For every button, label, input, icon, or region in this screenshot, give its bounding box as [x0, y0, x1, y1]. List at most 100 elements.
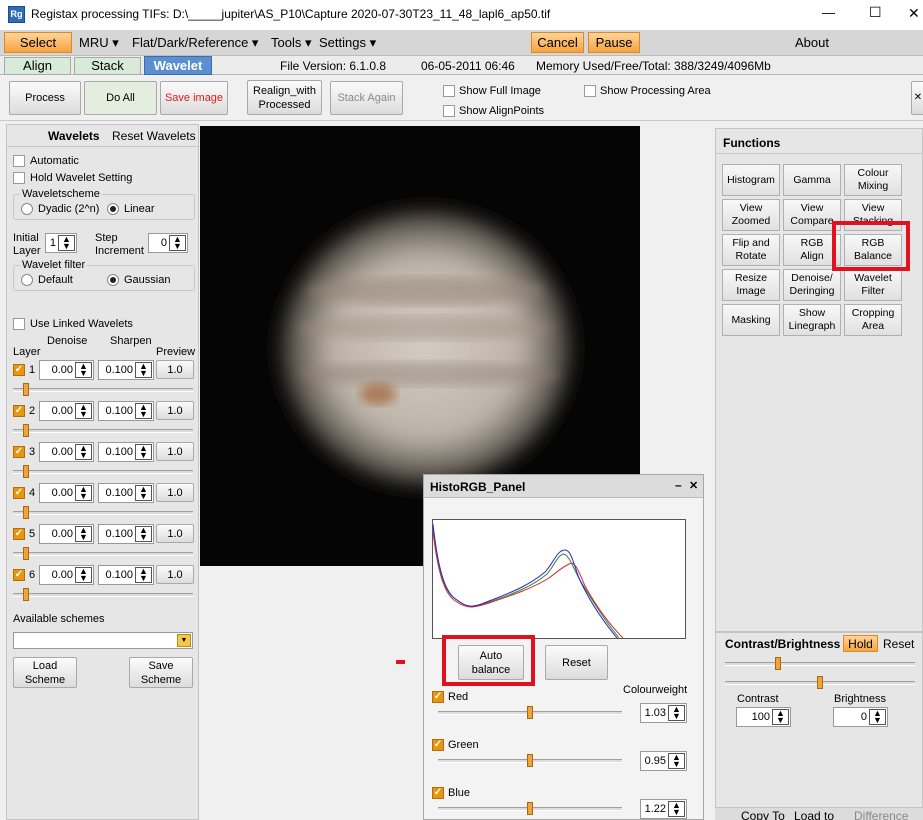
- preview-button[interactable]: 1.0: [156, 401, 194, 420]
- colour-mixing-button[interactable]: Colour Mixing: [844, 164, 902, 196]
- sharpen-spinner[interactable]: 0.100 ▲ ▼: [98, 442, 154, 462]
- channel-checkbox[interactable]: ✓: [432, 739, 444, 751]
- flat-dark-reference-menu[interactable]: Flat/Dark/Reference ▾: [132, 35, 258, 51]
- masking-button[interactable]: Masking: [722, 304, 780, 336]
- denoise-spinner[interactable]: 0.00 ▲ ▼: [39, 524, 94, 544]
- layer-checkbox[interactable]: ✓: [13, 569, 25, 581]
- preview-button[interactable]: 1.0: [156, 442, 194, 461]
- layer-slider[interactable]: [13, 424, 193, 438]
- show-full-image-checkbox[interactable]: [443, 85, 455, 97]
- preview-button[interactable]: 1.0: [156, 524, 194, 543]
- gamma-button[interactable]: Gamma: [783, 164, 841, 196]
- do-all-button[interactable]: Do All: [84, 81, 157, 115]
- spinner-arrows-icon[interactable]: ▲ ▼: [75, 403, 92, 419]
- spinner-arrows-icon[interactable]: ▲ ▼: [58, 235, 75, 251]
- spinner-arrows-icon[interactable]: ▲ ▼: [135, 403, 152, 419]
- contrast-reset-button[interactable]: Reset: [883, 637, 914, 651]
- tools-menu[interactable]: Tools ▾: [271, 35, 312, 51]
- brightness-slider[interactable]: [725, 676, 915, 690]
- spinner-arrows-icon[interactable]: ▲ ▼: [668, 705, 685, 721]
- sharpen-spinner[interactable]: 0.100 ▲ ▼: [98, 483, 154, 503]
- difference-button[interactable]: Difference: [854, 809, 908, 820]
- settings-menu[interactable]: Settings ▾: [319, 35, 376, 51]
- channel-slider[interactable]: [438, 706, 622, 720]
- hold-wavelet-checkbox[interactable]: [13, 172, 25, 184]
- preview-button[interactable]: 1.0: [156, 483, 194, 502]
- spinner-arrows-icon[interactable]: ▲ ▼: [772, 709, 789, 725]
- layer-checkbox[interactable]: ✓: [13, 364, 25, 376]
- brightness-spinner[interactable]: 0 ▲ ▼: [833, 707, 888, 727]
- spinner-arrows-icon[interactable]: ▲ ▼: [75, 567, 92, 583]
- dyadic-radio[interactable]: [21, 203, 33, 215]
- denoise-spinner[interactable]: 0.00 ▲ ▼: [39, 360, 94, 380]
- hold-button[interactable]: Hold: [843, 635, 878, 652]
- spinner-arrows-icon[interactable]: ▲ ▼: [75, 362, 92, 378]
- toolbar-close-button[interactable]: ✕: [911, 81, 923, 115]
- slider-thumb[interactable]: [23, 424, 29, 437]
- process-button[interactable]: Process: [9, 81, 81, 115]
- slider-thumb[interactable]: [775, 657, 781, 670]
- load-scheme-button[interactable]: Load Scheme: [13, 657, 77, 688]
- layer-slider[interactable]: [13, 588, 193, 602]
- tab-wavelet[interactable]: Wavelet: [144, 56, 212, 75]
- show-alignpoints-checkbox[interactable]: [443, 105, 455, 117]
- realign-with-processed-button[interactable]: Realign_with Processed: [247, 80, 322, 115]
- spinner-arrows-icon[interactable]: ▲ ▼: [75, 485, 92, 501]
- slider-thumb[interactable]: [527, 754, 533, 767]
- mru-menu[interactable]: MRU ▾: [79, 35, 119, 51]
- minimize-button[interactable]: —: [822, 5, 835, 20]
- layer-checkbox[interactable]: ✓: [13, 446, 25, 458]
- spinner-arrows-icon[interactable]: ▲ ▼: [169, 235, 186, 251]
- contrast-spinner[interactable]: 100 ▲ ▼: [736, 707, 791, 727]
- show-linegraph-button[interactable]: Show Linegraph: [783, 304, 841, 336]
- tab-align[interactable]: Align: [4, 57, 71, 75]
- slider-thumb[interactable]: [527, 802, 533, 815]
- wavelet-filter-button[interactable]: Wavelet Filter: [844, 269, 902, 301]
- save-scheme-button[interactable]: Save Scheme: [129, 657, 193, 688]
- layer-slider[interactable]: [13, 465, 193, 479]
- flip-and-rotate-button[interactable]: Flip and Rotate: [722, 234, 780, 266]
- slider-thumb[interactable]: [23, 506, 29, 519]
- about-menu[interactable]: About: [795, 35, 829, 50]
- step-increment-spinner[interactable]: 0 ▲ ▼: [148, 233, 188, 253]
- close-window-button[interactable]: ✕: [908, 5, 920, 22]
- spinner-arrows-icon[interactable]: ▲ ▼: [869, 709, 886, 725]
- contrast-slider[interactable]: [725, 657, 915, 671]
- save-image-button[interactable]: Save image: [160, 81, 228, 115]
- spinner-arrows-icon[interactable]: ▲ ▼: [75, 526, 92, 542]
- spinner-arrows-icon[interactable]: ▲ ▼: [75, 444, 92, 460]
- stack-again-button[interactable]: Stack Again: [330, 81, 403, 115]
- initial-layer-spinner[interactable]: 1 ▲ ▼: [45, 233, 77, 253]
- spinner-arrows-icon[interactable]: ▲ ▼: [668, 801, 685, 817]
- denoise-spinner[interactable]: 0.00 ▲ ▼: [39, 565, 94, 585]
- cancel-button[interactable]: Cancel: [531, 32, 584, 53]
- slider-thumb[interactable]: [527, 706, 533, 719]
- historgb-close-button[interactable]: ✕: [689, 479, 698, 492]
- chevron-down-icon[interactable]: ▼: [177, 634, 191, 647]
- default-radio[interactable]: [21, 274, 33, 286]
- linear-radio[interactable]: [107, 203, 119, 215]
- sharpen-spinner[interactable]: 0.100 ▲ ▼: [98, 360, 154, 380]
- slider-thumb[interactable]: [23, 588, 29, 601]
- gaussian-radio[interactable]: [107, 274, 119, 286]
- spinner-arrows-icon[interactable]: ▲ ▼: [135, 444, 152, 460]
- layer-slider[interactable]: [13, 547, 193, 561]
- channel-slider[interactable]: [438, 754, 622, 768]
- sharpen-spinner[interactable]: 0.100 ▲ ▼: [98, 565, 154, 585]
- denoise-spinner[interactable]: 0.00 ▲ ▼: [39, 483, 94, 503]
- pause-button[interactable]: Pause: [588, 32, 640, 53]
- colourweight-spinner[interactable]: 1.03 ▲ ▼: [640, 703, 687, 723]
- slider-thumb[interactable]: [817, 676, 823, 689]
- select-button[interactable]: Select: [4, 32, 72, 53]
- channel-checkbox[interactable]: ✓: [432, 691, 444, 703]
- colourweight-spinner[interactable]: 1.22 ▲ ▼: [640, 799, 687, 819]
- layer-checkbox[interactable]: ✓: [13, 405, 25, 417]
- denoise-deringing-button[interactable]: Denoise/Deringing: [783, 269, 841, 301]
- tab-stack[interactable]: Stack: [74, 57, 141, 75]
- automatic-checkbox[interactable]: [13, 155, 25, 167]
- slider-thumb[interactable]: [23, 383, 29, 396]
- spinner-arrows-icon[interactable]: ▲ ▼: [135, 362, 152, 378]
- histo-reset-button[interactable]: Reset: [545, 645, 608, 680]
- use-linked-wavelets-checkbox[interactable]: [13, 318, 25, 330]
- spinner-arrows-icon[interactable]: ▲ ▼: [668, 753, 685, 769]
